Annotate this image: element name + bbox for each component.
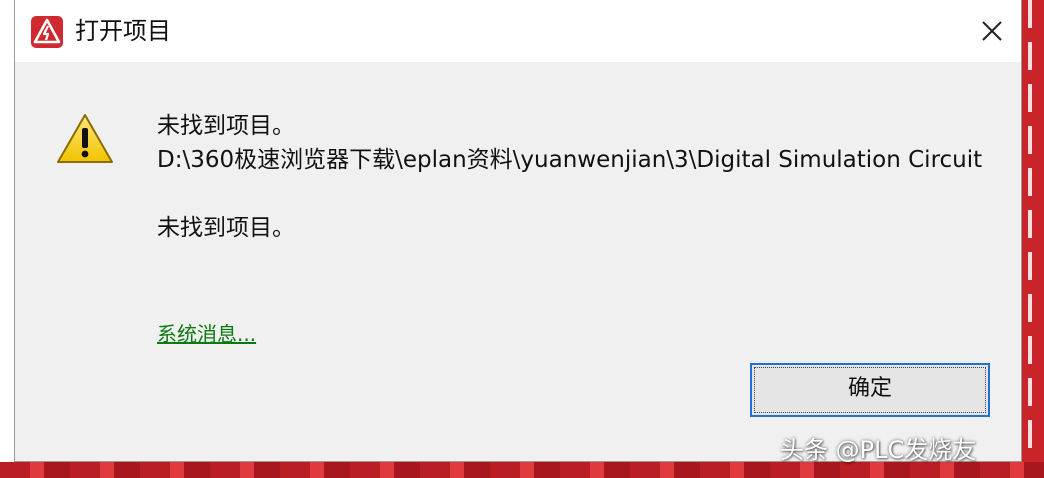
eplan-app-icon (31, 16, 63, 48)
dialog-title: 打开项目 (75, 17, 171, 45)
background-app-strip-right (1022, 0, 1044, 478)
message-project-path: D:\360极速浏览器下载\eplan资料\yuanwenjian\3\Digi… (157, 147, 983, 173)
ok-button-label: 确定 (847, 376, 892, 401)
close-button[interactable] (963, 0, 1021, 62)
system-message-link[interactable]: 系统消息... (157, 318, 256, 347)
message-detail: 未找到项目。 (157, 215, 295, 241)
dialog-titlebar: 打开项目 (15, 0, 1021, 62)
warning-icon (57, 114, 113, 163)
close-icon (982, 21, 1002, 41)
watermark-text: 头条 @PLC发烧友 (780, 436, 977, 464)
ok-button[interactable]: 确定 (750, 363, 990, 417)
open-project-dialog: 打开项目 未找到项目。 D:\360极速浏览器下载\eplan资料\yuanwe… (14, 0, 1022, 462)
message-heading: 未找到项目。 (157, 113, 295, 139)
